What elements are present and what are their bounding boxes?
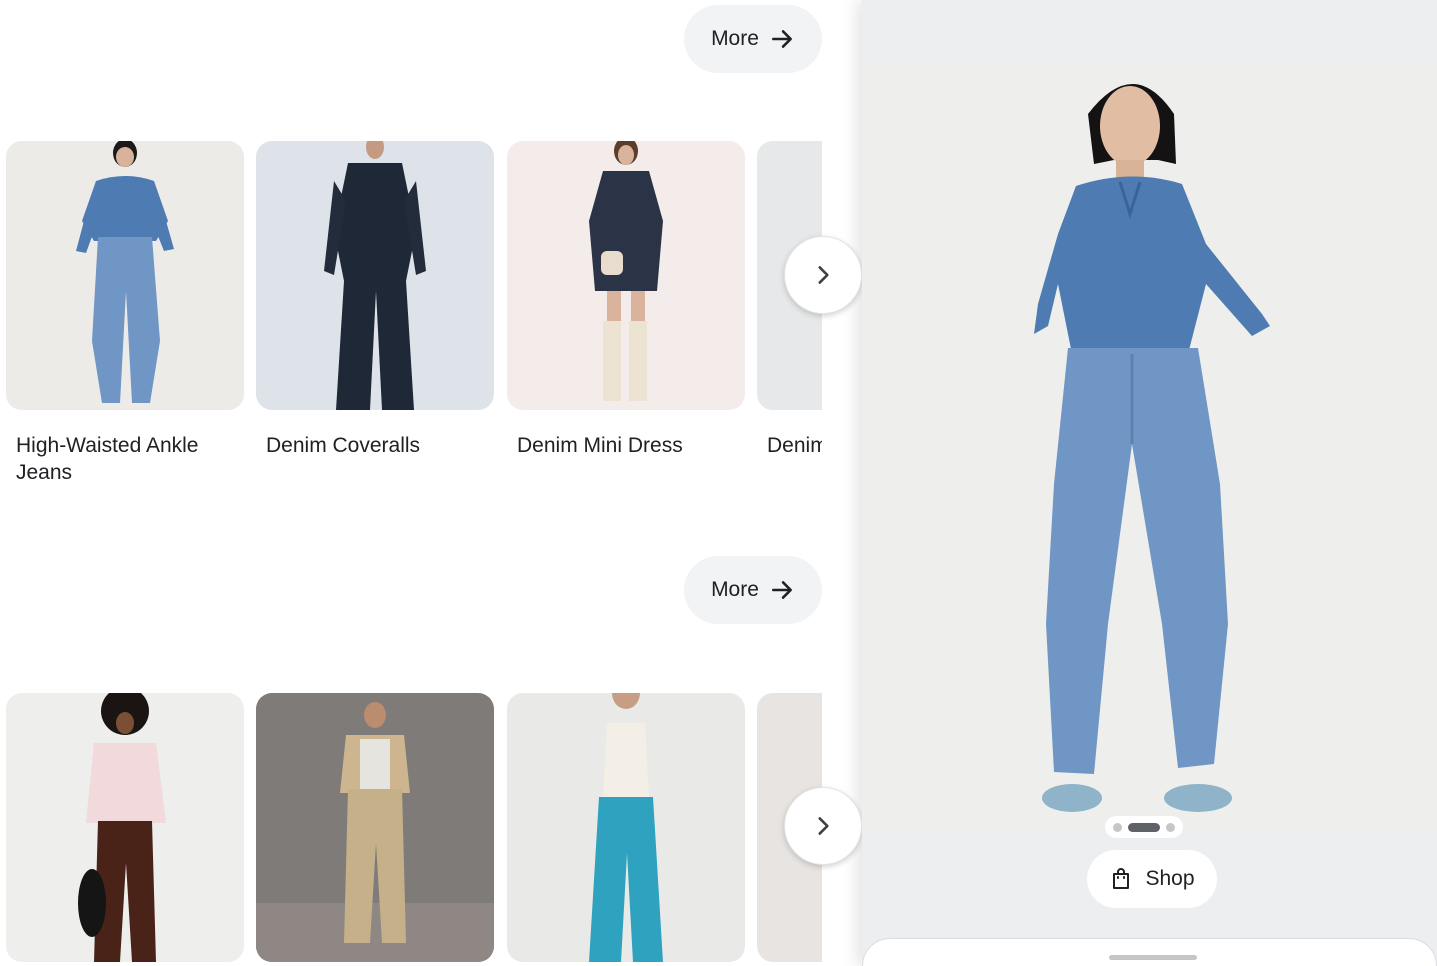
product-title: Denim Coveralls [266, 434, 421, 457]
product-preview-image[interactable] [862, 64, 1437, 831]
product-image [256, 141, 494, 410]
more-label: More [711, 578, 759, 601]
product-card[interactable]: Denim Mini Dress [507, 141, 745, 459]
product-card[interactable]: Denim Coveralls [256, 141, 494, 459]
product-image [507, 693, 745, 962]
product-carousel [0, 693, 822, 966]
more-label: More [711, 27, 759, 50]
shop-button[interactable]: Shop [1087, 850, 1217, 908]
carousel-dot-active[interactable] [1128, 822, 1160, 832]
arrow-right-icon [771, 30, 792, 48]
product-image [256, 693, 494, 962]
chevron-right-icon [818, 817, 829, 835]
product-image [6, 141, 244, 410]
more-button[interactable]: More [684, 5, 822, 73]
sheet-drag-handle[interactable] [1109, 955, 1197, 960]
product-title: High-Waisted Ankle Jeans [16, 434, 199, 484]
product-card[interactable]: High-Waisted Ankle Jeans [6, 141, 244, 486]
product-card[interactable] [507, 693, 745, 966]
chevron-right-icon [818, 266, 829, 284]
carousel-next-button[interactable] [784, 787, 862, 865]
product-image [507, 141, 745, 410]
carousel-next-button[interactable] [784, 236, 862, 314]
shop-label: Shop [1145, 867, 1195, 890]
product-image [6, 693, 244, 962]
product-title: Denim [767, 434, 822, 457]
product-preview-panel: Shop [862, 0, 1437, 966]
arrow-right-icon [771, 581, 792, 599]
bottom-sheet[interactable] [862, 938, 1437, 966]
carousel-indicator [1105, 816, 1183, 838]
results-column: More High-Waisted Ankle Jeans Denim Cove… [0, 0, 862, 966]
product-card[interactable] [256, 693, 494, 966]
carousel-dot[interactable] [1166, 822, 1175, 832]
shopping-bag-icon [1113, 868, 1130, 889]
more-button[interactable]: More [684, 556, 822, 624]
carousel-dot[interactable] [1113, 822, 1122, 832]
product-card[interactable] [6, 693, 244, 966]
product-carousel: High-Waisted Ankle Jeans Denim Coveralls [0, 141, 822, 501]
product-title: Denim Mini Dress [517, 434, 683, 457]
